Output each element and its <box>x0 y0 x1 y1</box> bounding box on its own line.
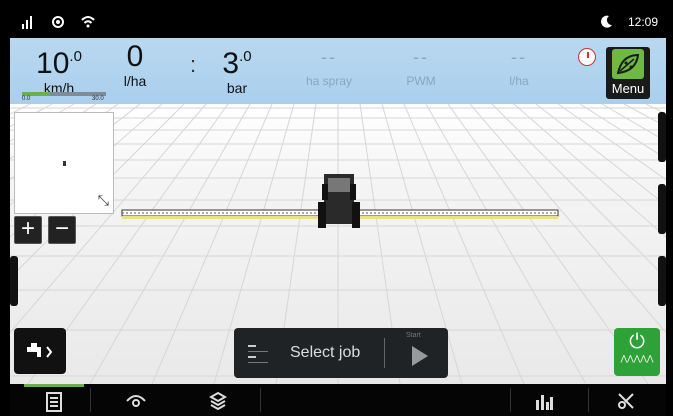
status-bar: 12:09 <box>10 8 666 38</box>
wifi-icon <box>81 16 95 28</box>
speed-scale-min: 0.0 <box>22 96 31 102</box>
job-divider <box>384 338 385 368</box>
ha-spray-unit: ha spray <box>305 74 353 88</box>
pressure-metric: 3.0 bar <box>212 40 262 95</box>
separator-colon: : <box>190 52 197 77</box>
lha2-value: -- <box>511 47 527 67</box>
view-icon[interactable] <box>106 384 166 416</box>
right-side-tab-3[interactable] <box>658 256 666 306</box>
tap-icon <box>27 342 53 358</box>
right-side-tab-1[interactable] <box>658 112 666 162</box>
settings-icon[interactable] <box>596 384 656 416</box>
rate-value: 0 <box>126 40 144 73</box>
menu-button[interactable]: Menu <box>606 47 650 99</box>
vehicle-position-marker <box>63 161 66 166</box>
pressure-value: 3 <box>222 47 240 80</box>
lha2-metric: -- l/ha <box>494 40 544 88</box>
pwm-value: -- <box>413 47 429 67</box>
field-view[interactable]: ⤡ + − Select job Start ⏻ ⋀⋀⋀⋀⋀ <box>10 104 666 384</box>
rate-unit: l/ha <box>123 73 147 89</box>
lha2-unit: l/ha <box>509 74 529 88</box>
layers-icon[interactable] <box>188 384 248 416</box>
speed-value: 10 <box>36 47 70 80</box>
job-list-icon[interactable] <box>248 341 268 365</box>
nav-separator <box>260 388 261 412</box>
nav-separator <box>510 388 511 412</box>
clock: 12:09 <box>627 15 658 29</box>
info-bar: 10.0 km/h 0.0 30.0 0 l/ha : 3.0 bar -- h… <box>10 38 666 104</box>
night-mode-icon[interactable] <box>598 14 614 30</box>
start-label: Start <box>406 332 421 339</box>
pressure-decimal: .0 <box>239 48 252 65</box>
compass-icon[interactable] <box>578 48 596 66</box>
speed-scale-max: 30.0 <box>92 96 104 102</box>
expand-icon[interactable]: ⤡ <box>98 192 109 209</box>
ha-spray-metric: -- ha spray <box>294 40 364 88</box>
pwm-metric: -- PWM <box>396 40 446 88</box>
statistics-icon[interactable] <box>514 384 574 416</box>
menu-label: Menu <box>611 81 645 96</box>
boom-sections-icon: ⋀⋀⋀⋀⋀ <box>620 354 654 363</box>
tractor-icon <box>318 174 360 228</box>
signal-icon <box>22 16 32 29</box>
minimap[interactable]: ⤡ <box>14 112 114 214</box>
speed-decimal: .0 <box>69 48 82 65</box>
zoom-in-button[interactable]: + <box>14 216 42 244</box>
bottom-nav <box>10 384 666 416</box>
zoom-out-button[interactable]: − <box>48 216 76 244</box>
water-tap-button[interactable] <box>14 328 66 374</box>
select-job-label[interactable]: Select job <box>290 344 360 362</box>
ha-spray-value: -- <box>321 47 337 67</box>
rate-metric: 0 l/ha <box>110 40 160 88</box>
job-panel[interactable]: Select job Start <box>234 328 448 378</box>
pwm-unit: PWM <box>406 74 436 88</box>
leaf-circuit-icon <box>612 49 644 79</box>
left-side-tab[interactable] <box>10 256 18 306</box>
job-sheet-icon[interactable] <box>24 384 84 416</box>
right-side-tab-2[interactable] <box>658 184 666 234</box>
boom-power-button[interactable]: ⏻ ⋀⋀⋀⋀⋀ <box>614 328 660 376</box>
nav-separator <box>588 388 589 412</box>
location-icon <box>52 16 64 28</box>
pressure-unit: bar <box>226 80 248 96</box>
power-icon: ⏻ <box>629 331 645 353</box>
speed-metric: 10.0 km/h <box>24 40 94 95</box>
nav-separator <box>90 388 91 412</box>
play-icon[interactable] <box>412 346 428 366</box>
